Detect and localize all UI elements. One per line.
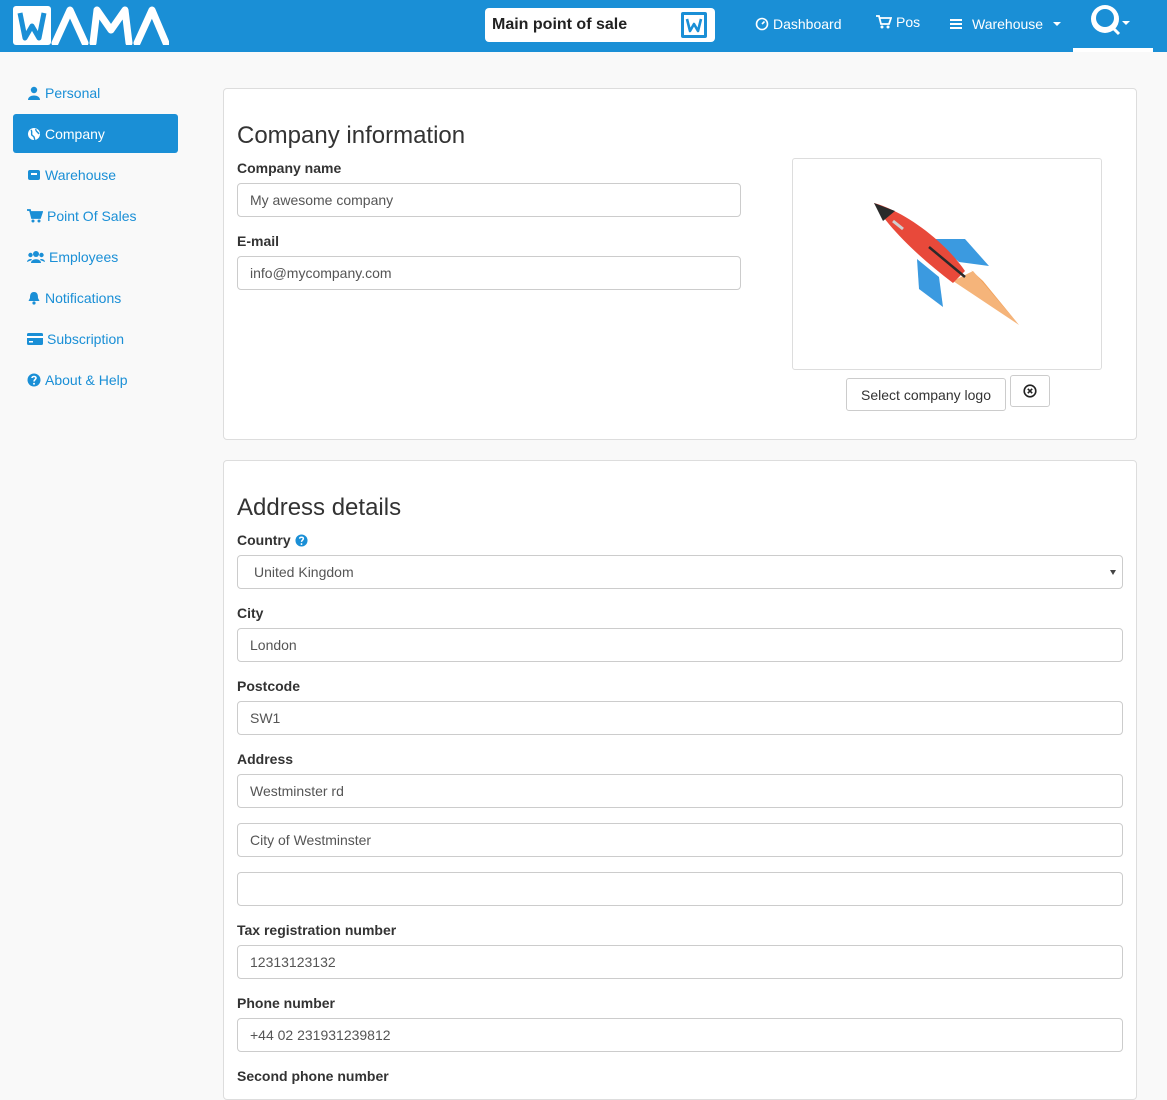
- address-line2-value: City of Westminster: [250, 832, 372, 848]
- chevron-down-icon: [1053, 22, 1062, 26]
- sidebar-item-company[interactable]: Company: [13, 114, 178, 153]
- address-label: Address: [237, 751, 294, 767]
- wama-badge-icon: [681, 12, 707, 38]
- settings-sidebar: Personal Company Warehouse Point Of Sale…: [13, 73, 178, 401]
- second-phone-number-label: Second phone number: [237, 1068, 389, 1084]
- nav-dashboard-label: Dashboard: [773, 16, 842, 32]
- nav-dashboard[interactable]: Dashboard: [755, 16, 842, 32]
- cart-icon: [27, 208, 43, 222]
- email-label: E-mail: [237, 233, 280, 249]
- city-value: London: [250, 637, 297, 653]
- phone-number-value: +44 02 231931239812: [250, 1027, 391, 1043]
- address-line2-input[interactable]: City of Westminster: [237, 823, 1123, 857]
- question-circle-icon: [27, 373, 41, 386]
- user-menu-caret-icon: [1122, 21, 1130, 25]
- cart-icon: [876, 15, 892, 29]
- sidebar-item-about-help[interactable]: About & Help: [13, 360, 178, 399]
- sidebar-item-label: Employees: [49, 248, 119, 265]
- remove-logo-button[interactable]: [1010, 375, 1050, 407]
- sidebar-item-warehouse[interactable]: Warehouse: [13, 155, 178, 194]
- company-name-label: Company name: [237, 160, 342, 176]
- postcode-label: Postcode: [237, 678, 301, 694]
- globe-icon: [28, 127, 40, 140]
- nav-warehouse-dropdown[interactable]: Warehouse: [950, 16, 1062, 32]
- top-navbar: Main point of sale Dashboard Pos Warehou…: [0, 0, 1167, 52]
- point-of-sale-selector[interactable]: Main point of sale: [485, 8, 715, 42]
- sidebar-item-employees[interactable]: Employees: [13, 237, 178, 276]
- nav-pos[interactable]: Pos: [876, 14, 920, 30]
- menu-bars-icon: [950, 19, 962, 29]
- chevron-down-icon: [1110, 570, 1116, 575]
- active-indicator: [1073, 48, 1153, 52]
- city-input[interactable]: London: [237, 628, 1123, 662]
- panel-title: Company information: [237, 122, 466, 149]
- country-label: Country: [237, 532, 291, 548]
- sidebar-item-label: Company: [45, 125, 105, 142]
- nav-pos-label: Pos: [896, 14, 921, 30]
- tax-registration-value: 12313123132: [250, 954, 336, 970]
- postcode-input[interactable]: SW1: [237, 701, 1123, 735]
- credit-card-icon: [27, 332, 43, 345]
- select-company-logo-label: Select company logo: [861, 386, 991, 403]
- sidebar-item-notifications[interactable]: Notifications: [13, 278, 178, 317]
- sidebar-item-personal[interactable]: Personal: [13, 73, 178, 112]
- user-avatar-icon: [1091, 5, 1121, 36]
- country-select[interactable]: United Kingdom: [237, 555, 1123, 589]
- pos-selector-value: Main point of sale: [492, 16, 628, 33]
- email-value: info@mycompany.com: [250, 265, 392, 281]
- address-line1-value: Westminster rd: [250, 783, 344, 799]
- phone-number-input[interactable]: +44 02 231931239812: [237, 1018, 1123, 1052]
- dashboard-gauge-icon: [755, 17, 769, 31]
- address-details-panel: Address details Country United Kingdom C…: [223, 460, 1137, 1100]
- sidebar-item-label: About & Help: [45, 371, 128, 388]
- company-logo-preview: [792, 158, 1102, 370]
- sidebar-item-label: Warehouse: [45, 166, 117, 183]
- bell-icon: [28, 291, 40, 305]
- wama-logo[interactable]: [13, 6, 169, 45]
- panel-title: Address details: [237, 494, 402, 521]
- country-label-row: Country: [237, 532, 308, 548]
- tax-registration-label: Tax registration number: [237, 922, 397, 938]
- select-company-logo-button[interactable]: Select company logo: [846, 378, 1006, 411]
- address-line3-input[interactable]: [237, 872, 1123, 906]
- help-icon[interactable]: [295, 533, 308, 547]
- phone-number-label: Phone number: [237, 995, 336, 1011]
- sidebar-item-subscription[interactable]: Subscription: [13, 319, 178, 358]
- user-menu[interactable]: [1073, 0, 1153, 52]
- company-information-panel: Company information Company name My awes…: [223, 88, 1137, 440]
- close-circle-icon: [1023, 384, 1037, 398]
- company-name-value: My awesome company: [250, 192, 394, 208]
- email-input[interactable]: info@mycompany.com: [237, 256, 741, 290]
- sidebar-item-label: Point Of Sales: [47, 207, 137, 224]
- rocket-logo-image: [874, 203, 1019, 325]
- sidebar-item-point-of-sales[interactable]: Point Of Sales: [13, 196, 178, 235]
- box-icon: [28, 169, 40, 180]
- company-name-input[interactable]: My awesome company: [237, 183, 741, 217]
- sidebar-item-label: Personal: [45, 84, 101, 101]
- sidebar-item-label: Subscription: [47, 330, 125, 347]
- postcode-value: SW1: [250, 710, 281, 726]
- tax-registration-input[interactable]: 12313123132: [237, 945, 1123, 979]
- sidebar-item-label: Notifications: [45, 289, 122, 306]
- user-icon: [28, 86, 40, 100]
- users-icon: [27, 250, 45, 263]
- country-value: United Kingdom: [254, 564, 354, 580]
- city-label: City: [237, 605, 264, 621]
- nav-warehouse-label: Warehouse: [972, 16, 1044, 32]
- address-line1-input[interactable]: Westminster rd: [237, 774, 1123, 808]
